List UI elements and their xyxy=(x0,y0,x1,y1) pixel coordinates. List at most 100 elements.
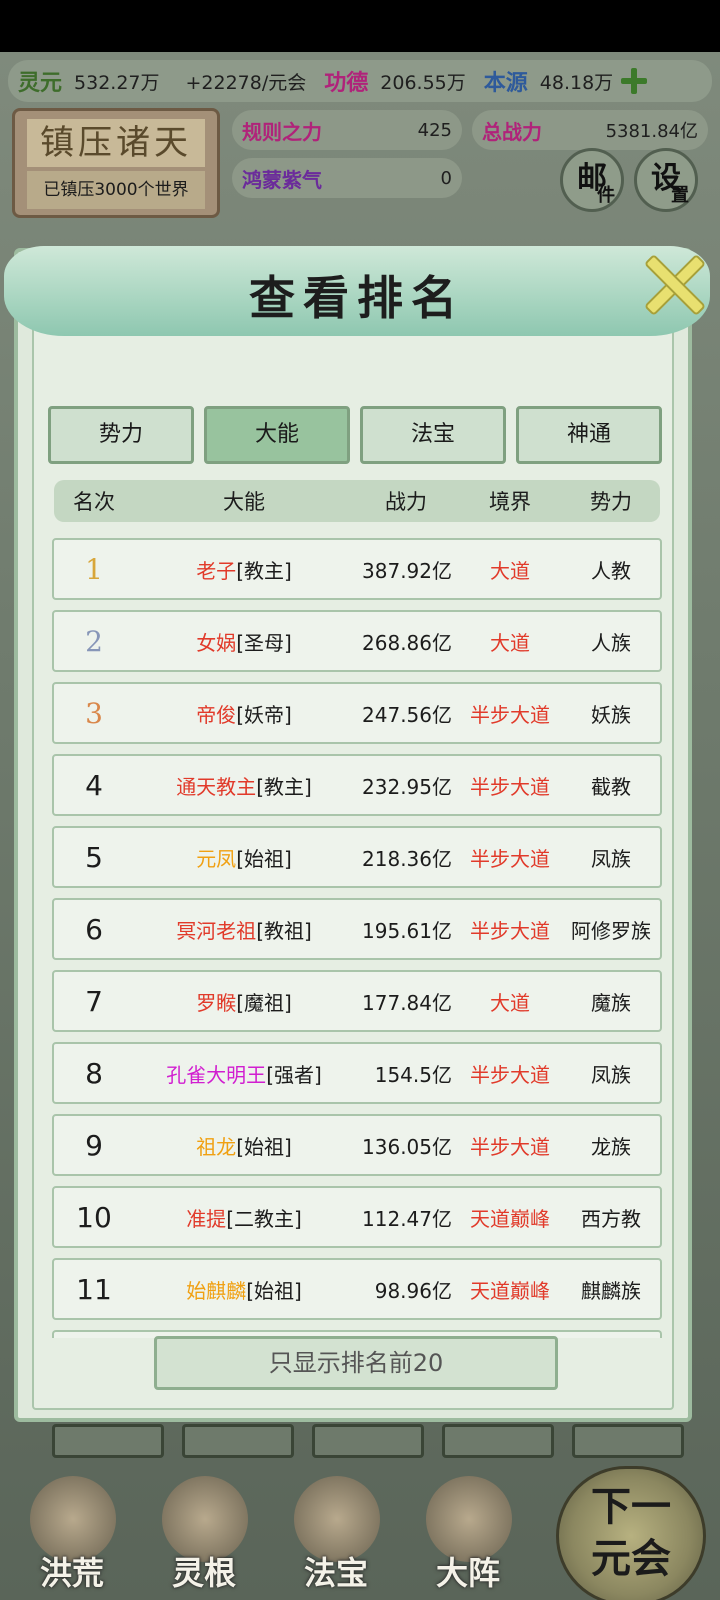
total-power-row: 总战力 5381.84亿 xyxy=(472,110,708,150)
character-name: 女娲 xyxy=(196,630,237,655)
faction-value: 凤族 xyxy=(591,1062,631,1087)
close-icon[interactable] xyxy=(642,252,704,314)
name-cell: 冥河老祖[教祖] xyxy=(134,915,354,944)
settings-sublabel: 置 xyxy=(671,185,689,206)
world-subtitle: 已镇压3000个世界 xyxy=(27,171,205,209)
faction-value: 凤族 xyxy=(591,846,631,871)
character-title: [教祖] xyxy=(256,918,312,943)
table-row[interactable]: 5 元凤[始祖] 218.36亿 半步大道 凤族 xyxy=(52,826,662,888)
total-power-label: 总战力 xyxy=(482,119,542,144)
rank-number: 2 xyxy=(85,624,103,658)
lingyuan-value: 532.27万 xyxy=(74,71,160,94)
hongmeng-label: 鸿蒙紫气 xyxy=(242,167,322,192)
gongde-label: 功德 xyxy=(324,70,369,96)
power-value: 387.92亿 xyxy=(362,558,452,583)
name-cell: 元凤[始祖] xyxy=(134,843,354,872)
rank-number: 10 xyxy=(76,1200,112,1234)
slot[interactable] xyxy=(572,1424,684,1458)
mail-button[interactable]: 邮件 xyxy=(560,148,624,212)
header-faction: 势力 xyxy=(590,490,632,514)
header-rank: 名次 xyxy=(73,490,115,514)
name-cell: 始麒麟[始祖] xyxy=(134,1275,354,1304)
name-cell: 老子[教主] xyxy=(134,555,354,584)
nav-dazhen[interactable]: 大阵 xyxy=(416,1466,520,1600)
table-row[interactable]: 4 通天教主[教主] 232.95亿 半步大道 截教 xyxy=(52,754,662,816)
table-header: 名次 大能 战力 境界 势力 xyxy=(54,480,660,522)
rule-power-label: 规则之力 xyxy=(242,119,322,144)
rank-number: 5 xyxy=(85,840,103,874)
table-row[interactable]: 8 孔雀大明王[强者] 154.5亿 半步大道 凤族 xyxy=(52,1042,662,1104)
character-title: [教主] xyxy=(256,774,312,799)
character-title: [二教主] xyxy=(226,1206,302,1231)
ranking-list: 1 老子[教主] 387.92亿 大道 人教 2 女娲[圣母] 268.86亿 大道 人族 3 帝俊[… xyxy=(52,538,662,1348)
realm-value: 大道 xyxy=(490,630,530,655)
character-title: [妖帝] xyxy=(236,702,292,727)
mail-sublabel: 件 xyxy=(597,185,615,206)
faction-value: 阿修罗族 xyxy=(571,918,651,943)
lingyuan-label: 灵元 xyxy=(18,70,63,96)
nav-label: 灵根 xyxy=(171,1554,236,1592)
table-row[interactable]: 1 老子[教主] 387.92亿 大道 人教 xyxy=(52,538,662,600)
name-cell: 罗睺[魔祖] xyxy=(134,987,354,1016)
slot-row xyxy=(0,1424,720,1462)
power-value: 154.5亿 xyxy=(374,1062,452,1087)
realm-value: 半步大道 xyxy=(470,702,550,727)
tab-treasure[interactable]: 法宝 xyxy=(360,406,506,464)
character-name: 祖龙 xyxy=(196,1134,237,1159)
settings-button[interactable]: 设置 xyxy=(634,148,698,212)
next-era-button[interactable]: 下一 元会 xyxy=(556,1466,706,1600)
tab-great-powers[interactable]: 大能 xyxy=(204,406,350,464)
table-row[interactable]: 9 祖龙[始祖] 136.05亿 半步大道 龙族 xyxy=(52,1114,662,1176)
resource-bar: 灵元 532.27万 +22278/元会 功德 206.55万 本源 48.18… xyxy=(8,60,712,102)
character-name: 准提 xyxy=(186,1206,227,1231)
tab-ability[interactable]: 神通 xyxy=(516,406,662,464)
realm-value: 半步大道 xyxy=(470,846,550,871)
add-resource-icon[interactable] xyxy=(619,66,649,96)
tab-faction[interactable]: 势力 xyxy=(48,406,194,464)
faction-value: 人教 xyxy=(591,558,631,583)
table-row[interactable]: 7 罗睺[魔祖] 177.84亿 大道 魔族 xyxy=(52,970,662,1032)
character-title: [圣母] xyxy=(236,630,292,655)
power-value: 232.95亿 xyxy=(362,774,452,799)
character-title: [始祖] xyxy=(236,846,292,871)
realm-value: 大道 xyxy=(490,990,530,1015)
table-row[interactable]: 2 女娲[圣母] 268.86亿 大道 人族 xyxy=(52,610,662,672)
rule-power-value: 425 xyxy=(417,119,452,141)
nav-linggen[interactable]: 灵根 xyxy=(152,1466,256,1600)
character-name: 元凤 xyxy=(196,846,237,871)
world-title: 镇压诸天 xyxy=(27,119,205,167)
next-era-line1: 下一 xyxy=(591,1483,671,1530)
slot[interactable] xyxy=(312,1424,424,1458)
nav-honghuang[interactable]: 洪荒 xyxy=(20,1466,124,1600)
table-row[interactable]: 10 准提[二教主] 112.47亿 天道巅峰 西方教 xyxy=(52,1186,662,1248)
name-cell: 帝俊[妖帝] xyxy=(134,699,354,728)
realm-value: 大道 xyxy=(490,558,530,583)
rank-number: 11 xyxy=(76,1272,112,1306)
faction-value: 人族 xyxy=(591,630,631,655)
name-cell: 祖龙[始祖] xyxy=(134,1131,354,1160)
slot[interactable] xyxy=(182,1424,294,1458)
show-top20-button[interactable]: 只显示排名前20 xyxy=(154,1336,558,1390)
character-title: [始祖] xyxy=(246,1278,302,1303)
faction-value: 魔族 xyxy=(591,990,631,1015)
nav-label: 洪荒 xyxy=(39,1554,104,1592)
table-row[interactable]: 3 帝俊[妖帝] 247.56亿 半步大道 妖族 xyxy=(52,682,662,744)
ranking-tabs: 势力 大能 法宝 神通 xyxy=(48,406,662,464)
faction-value: 麒麟族 xyxy=(581,1278,641,1303)
name-cell: 通天教主[教主] xyxy=(134,771,354,800)
rank-number: 8 xyxy=(85,1056,103,1090)
slot[interactable] xyxy=(442,1424,554,1458)
slot[interactable] xyxy=(52,1424,164,1458)
realm-value: 半步大道 xyxy=(470,918,550,943)
gongde-value: 206.55万 xyxy=(380,71,466,94)
world-panel[interactable]: 镇压诸天 已镇压3000个世界 xyxy=(12,108,220,218)
table-row[interactable]: 6 冥河老祖[教祖] 195.61亿 半步大道 阿修罗族 xyxy=(52,898,662,960)
table-row[interactable]: 11 始麒麟[始祖] 98.96亿 天道巅峰 麒麟族 xyxy=(52,1258,662,1320)
character-name: 始麒麟 xyxy=(186,1278,247,1303)
benyuan-value: 48.18万 xyxy=(539,71,614,94)
power-value: 98.96亿 xyxy=(374,1278,452,1303)
nav-fabao[interactable]: 法宝 xyxy=(284,1466,388,1600)
benyuan-label: 本源 xyxy=(483,70,528,96)
rule-power-row: 规则之力 425 xyxy=(232,110,462,150)
header-power: 战力 xyxy=(385,490,427,514)
